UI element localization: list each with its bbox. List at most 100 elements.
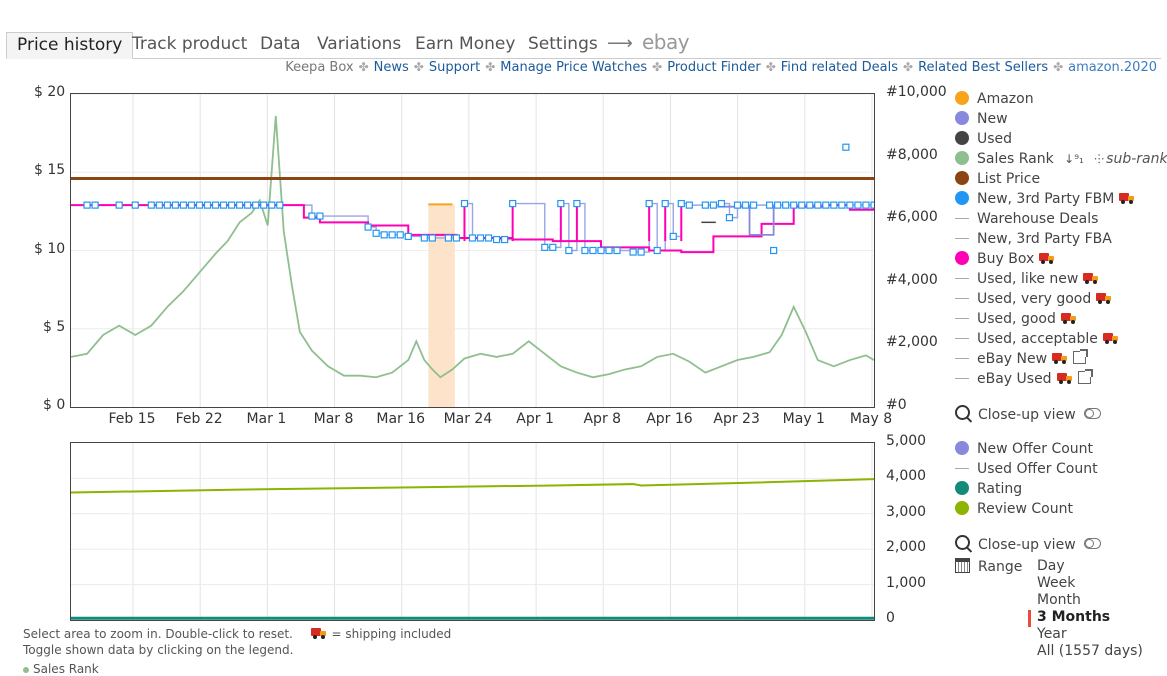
sort-icon[interactable]: ↓⁹₁ <box>1064 152 1084 166</box>
fbm-point <box>179 201 188 209</box>
legend-buy-box[interactable]: Buy Box <box>955 250 1055 268</box>
range-option[interactable]: Day <box>1037 558 1065 574</box>
keepa-box-link[interactable]: Keepa Box <box>285 60 353 75</box>
truck-icon <box>1119 193 1135 204</box>
price-chart-canvas[interactable] <box>71 94 874 407</box>
legend-review-count[interactable]: Review Count <box>955 500 1073 518</box>
product-finder-link[interactable]: Product Finder <box>667 60 760 75</box>
sales-rank-line <box>71 115 874 379</box>
legend-rating-label: Rating <box>977 481 1023 497</box>
offer-count-chart-canvas[interactable] <box>71 443 874 620</box>
separator-icon: ✤ <box>358 60 369 74</box>
list-price-dot-icon <box>955 171 969 185</box>
dash-icon <box>955 238 969 239</box>
toggle-icon[interactable] <box>1083 408 1101 419</box>
legend-ebay-used-label: eBay Used <box>977 371 1052 387</box>
dash-icon <box>955 378 969 379</box>
price-chart[interactable] <box>70 93 875 408</box>
range-option[interactable]: Month <box>1037 592 1081 608</box>
fbm-point <box>790 201 798 209</box>
tab-price-history[interactable]: Price history <box>6 32 134 59</box>
fbm-point <box>460 199 469 208</box>
fbm-dot-icon <box>955 191 969 205</box>
y-tick-label: $ 5 <box>43 318 66 335</box>
related-best-sellers-link[interactable]: Related Best Sellers <box>918 60 1048 75</box>
tab-variations[interactable]: Variations <box>317 32 401 56</box>
manage-price-watches-link[interactable]: Manage Price Watches <box>500 60 647 75</box>
fbm-point <box>749 201 758 209</box>
legend-list-price[interactable]: List Price <box>955 170 1040 188</box>
amazon-link[interactable]: amazon.2020 <box>1068 60 1157 75</box>
fbm-point <box>115 201 123 209</box>
separator-icon: ✤ <box>903 60 914 74</box>
news-link[interactable]: News <box>374 60 409 75</box>
legend-warehouse[interactable]: Warehouse Deals <box>955 210 1098 228</box>
fbm-point <box>798 201 806 209</box>
tab-track-product[interactable]: Track product <box>132 32 247 56</box>
x-tick-label: Feb 15 <box>108 411 156 427</box>
legend-new-offer-count-label: New Offer Count <box>977 441 1094 457</box>
tab-settings[interactable]: Settings <box>528 32 598 56</box>
legend-amazon[interactable]: Amazon <box>955 90 1034 108</box>
range-option[interactable]: 3 Months <box>1037 609 1110 625</box>
toggle-icon[interactable] <box>1083 538 1101 549</box>
sales-rank-dot-icon <box>955 151 969 165</box>
legend-used-like-new-label: Used, like new <box>977 271 1079 287</box>
legend-used[interactable]: Used <box>955 130 1012 148</box>
truck-icon <box>310 628 326 639</box>
tab-earn-money[interactable]: Earn Money <box>415 32 515 56</box>
fbm-point <box>717 199 726 208</box>
range-selected-marker <box>1028 610 1031 627</box>
fbm-point <box>219 201 228 209</box>
related-deals-link[interactable]: Find related Deals <box>781 60 898 75</box>
legend-rating[interactable]: Rating <box>955 480 1022 498</box>
tab-data[interactable]: Data <box>260 32 301 56</box>
legend-new[interactable]: New <box>955 110 1008 128</box>
fbm-point <box>316 212 324 220</box>
legend-ebay-new[interactable]: eBay New <box>955 349 1089 368</box>
fbm-point <box>629 248 637 256</box>
legend-used-good[interactable]: Used, good <box>955 310 1076 328</box>
legend-fbm[interactable]: New, 3rd Party FBM <box>955 190 1135 208</box>
fbm-point <box>484 234 493 242</box>
separator-icon: ✤ <box>413 60 424 74</box>
review-count-line <box>71 478 874 494</box>
range-option[interactable]: Week <box>1037 575 1075 591</box>
fbm-point <box>131 201 139 209</box>
legend-used-acceptable[interactable]: Used, acceptable <box>955 330 1118 348</box>
range-option[interactable]: Year <box>1037 626 1067 642</box>
range-option[interactable]: All (1557 days) <box>1037 643 1143 659</box>
legend-ebay-used[interactable]: eBay Used <box>955 369 1093 388</box>
legend-sales-rank[interactable]: Sales Rank ↓⁹₁ ⸭sub-ranks <box>955 150 1167 168</box>
tab-ebay[interactable]: ebay <box>642 30 690 54</box>
legend-list-price-label: List Price <box>977 171 1041 187</box>
y-right-tick-label: #10,000 <box>886 84 947 100</box>
external-link-icon[interactable] <box>1077 369 1093 384</box>
legend-fba[interactable]: New, 3rd Party FBA <box>955 230 1112 248</box>
fbm-point <box>236 201 244 209</box>
dash-icon <box>955 298 969 299</box>
legend-used-very-good[interactable]: Used, very good <box>955 290 1112 308</box>
y-right-tick-label: 2,000 <box>886 539 927 556</box>
fbm-point <box>822 201 830 209</box>
fbm-point <box>709 201 718 209</box>
arrow-icon: ⟶ <box>607 33 633 54</box>
offer-count-chart[interactable] <box>70 442 875 621</box>
fbm-point <box>501 235 509 244</box>
x-tick-label: May 8 <box>849 411 893 427</box>
range-label-row: Range <box>955 558 1022 576</box>
support-link[interactable]: Support <box>429 60 480 75</box>
closeup-toggle[interactable]: Close-up view <box>955 405 1101 423</box>
fbm-point <box>83 201 91 209</box>
rating-dot-icon <box>955 481 969 495</box>
legend-used-offer-count[interactable]: Used Offer Count <box>955 460 1098 478</box>
legend-new-offer-count[interactable]: New Offer Count <box>955 440 1093 458</box>
closeup-toggle-2[interactable]: Close-up view <box>955 535 1101 553</box>
external-link-icon[interactable] <box>1073 349 1089 364</box>
fbm-point <box>147 201 155 209</box>
sub-ranks-link[interactable]: sub-ranks <box>1106 151 1167 167</box>
legend-used-like-new[interactable]: Used, like new <box>955 270 1099 288</box>
fbm-point <box>420 234 428 242</box>
fbm-point <box>541 243 549 251</box>
fbm-point <box>565 246 573 255</box>
